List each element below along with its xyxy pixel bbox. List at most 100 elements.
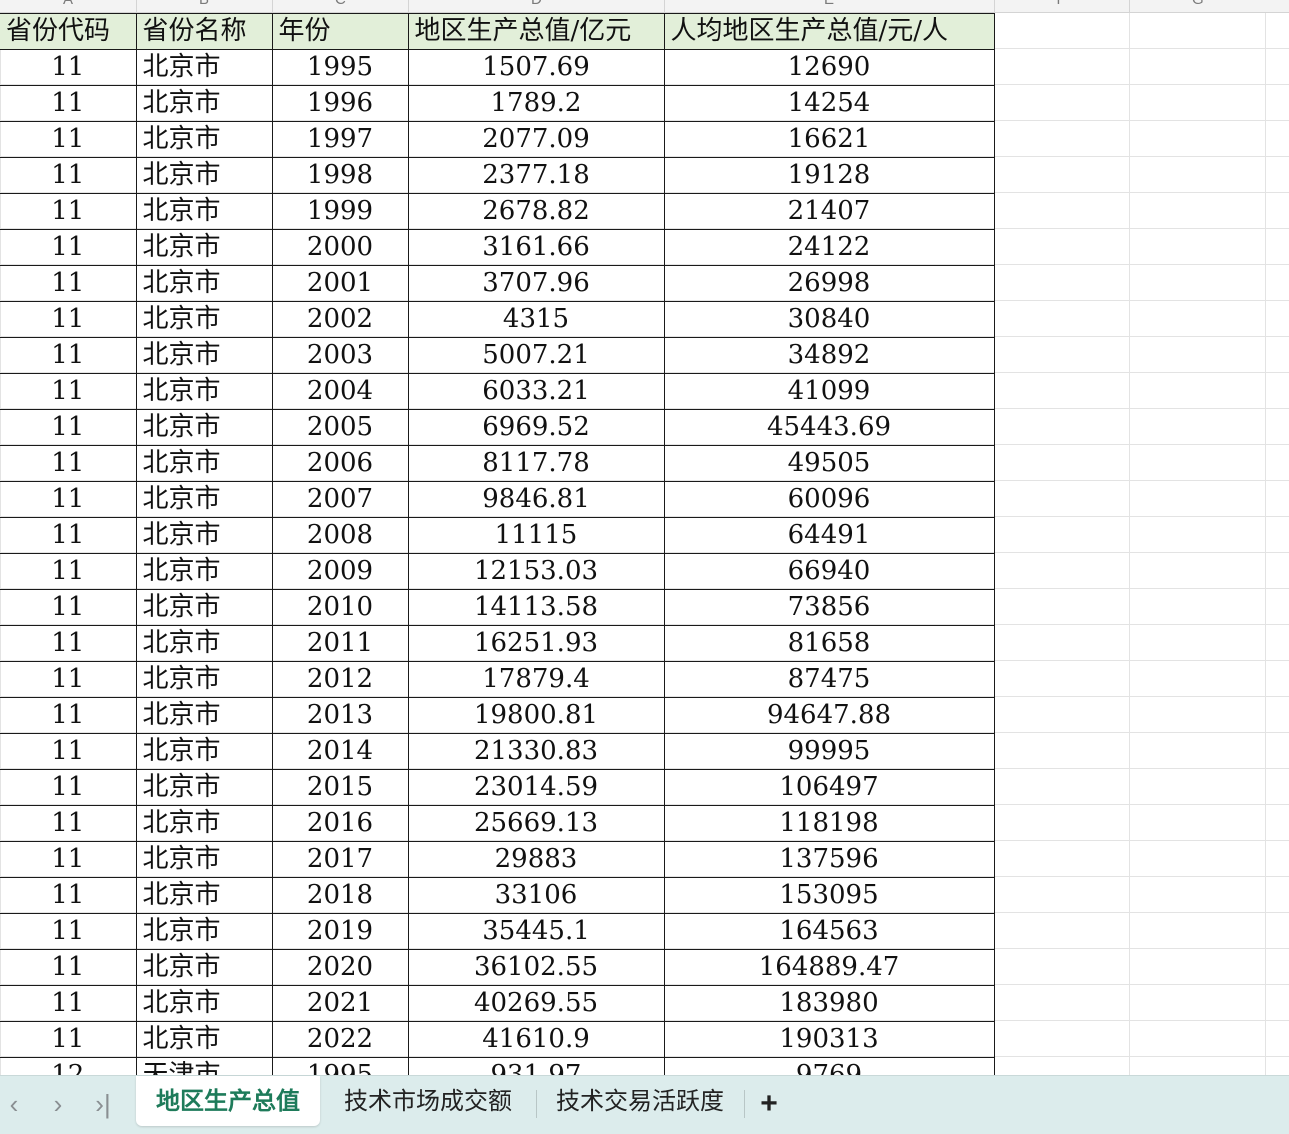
cell-gdp-per-capita[interactable]: 118198: [663, 805, 995, 842]
cell-gdp-per-capita[interactable]: 21407: [663, 193, 995, 230]
header-cell-gdp-per-capita[interactable]: 人均地区生产总值/元/人: [663, 13, 995, 50]
chevron-right-icon[interactable]: ›: [46, 1089, 70, 1119]
cell-gdp[interactable]: 2678.82: [407, 193, 665, 230]
cell-year[interactable]: 2007: [271, 481, 409, 518]
cell-gdp[interactable]: 14113.58: [407, 589, 665, 626]
cell-gdp[interactable]: 16251.93: [407, 625, 665, 662]
cell-province-name[interactable]: 北京市: [135, 877, 273, 914]
cell-gdp-per-capita[interactable]: 164563: [663, 913, 995, 950]
last-sheet-icon[interactable]: ›|: [88, 1089, 118, 1119]
cell-gdp[interactable]: 21330.83: [407, 733, 665, 770]
cell-gdp[interactable]: 6969.52: [407, 409, 665, 446]
sheet-tab-tech-market[interactable]: 技术市场成交额: [330, 1076, 526, 1126]
cell-province-code[interactable]: 12: [0, 1057, 137, 1075]
cell-year[interactable]: 1995: [271, 1057, 409, 1075]
cell-gdp-per-capita[interactable]: 99995: [663, 733, 995, 770]
cell-gdp[interactable]: 3161.66: [407, 229, 665, 266]
cell-province-code[interactable]: 11: [0, 517, 137, 554]
cell-gdp[interactable]: 19800.81: [407, 697, 665, 734]
cell-gdp[interactable]: 2377.18: [407, 157, 665, 194]
cell-province-name[interactable]: 北京市: [135, 589, 273, 626]
cell-gdp[interactable]: 25669.13: [407, 805, 665, 842]
column-letter-e[interactable]: E: [824, 0, 834, 8]
cell-gdp[interactable]: 11115: [407, 517, 665, 554]
cell-year[interactable]: 2006: [271, 445, 409, 482]
cell-province-code[interactable]: 11: [0, 373, 137, 410]
cell-province-code[interactable]: 11: [0, 661, 137, 698]
cell-province-code[interactable]: 11: [0, 949, 137, 986]
cell-year[interactable]: 1997: [271, 121, 409, 158]
cell-province-name[interactable]: 北京市: [135, 193, 273, 230]
cell-gdp[interactable]: 3707.96: [407, 265, 665, 302]
header-cell-gdp[interactable]: 地区生产总值/亿元: [407, 13, 665, 50]
cell-year[interactable]: 2012: [271, 661, 409, 698]
cell-gdp-per-capita[interactable]: 12690: [663, 49, 995, 86]
cell-gdp[interactable]: 41610.9: [407, 1021, 665, 1058]
column-letter-a[interactable]: A: [63, 0, 73, 8]
header-cell-year[interactable]: 年份: [271, 13, 409, 50]
cell-province-name[interactable]: 北京市: [135, 373, 273, 410]
cell-province-name[interactable]: 北京市: [135, 517, 273, 554]
cell-province-name[interactable]: 天津市: [135, 1057, 273, 1075]
cell-province-code[interactable]: 11: [0, 445, 137, 482]
cell-gdp-per-capita[interactable]: 164889.47: [663, 949, 995, 986]
cell-province-code[interactable]: 11: [0, 49, 137, 86]
cell-gdp[interactable]: 12153.03: [407, 553, 665, 590]
cell-year[interactable]: 2010: [271, 589, 409, 626]
cell-province-code[interactable]: 11: [0, 985, 137, 1022]
cell-province-code[interactable]: 11: [0, 121, 137, 158]
cell-province-name[interactable]: 北京市: [135, 625, 273, 662]
cell-gdp[interactable]: 40269.55: [407, 985, 665, 1022]
cell-year[interactable]: 2016: [271, 805, 409, 842]
cell-year[interactable]: 2021: [271, 985, 409, 1022]
cell-gdp[interactable]: 2077.09: [407, 121, 665, 158]
cell-gdp[interactable]: 931.97: [407, 1057, 665, 1075]
column-letter-c[interactable]: C: [335, 0, 346, 8]
cell-gdp[interactable]: 33106: [407, 877, 665, 914]
cell-gdp[interactable]: 4315: [407, 301, 665, 338]
cell-gdp[interactable]: 6033.21: [407, 373, 665, 410]
spreadsheet-grid[interactable]: 省份代码 省份名称 年份 地区生产总值/亿元 人均地区生产总值/元/人 11 北京…: [0, 13, 1289, 1075]
sheet-tab-gdp[interactable]: 地区生产总值: [136, 1076, 320, 1126]
cell-province-name[interactable]: 北京市: [135, 481, 273, 518]
cell-gdp-per-capita[interactable]: 16621: [663, 121, 995, 158]
cell-year[interactable]: 2011: [271, 625, 409, 662]
cell-province-name[interactable]: 北京市: [135, 157, 273, 194]
cell-year[interactable]: 2018: [271, 877, 409, 914]
cell-year[interactable]: 2015: [271, 769, 409, 806]
column-letter-f[interactable]: F: [1057, 0, 1066, 8]
column-separator[interactable]: [136, 0, 137, 12]
cell-year[interactable]: 2008: [271, 517, 409, 554]
cell-province-name[interactable]: 北京市: [135, 841, 273, 878]
cell-gdp-per-capita[interactable]: 73856: [663, 589, 995, 626]
cell-province-code[interactable]: 11: [0, 301, 137, 338]
cell-gdp[interactable]: 17879.4: [407, 661, 665, 698]
cell-province-name[interactable]: 北京市: [135, 733, 273, 770]
cell-year[interactable]: 2002: [271, 301, 409, 338]
cell-gdp[interactable]: 1507.69: [407, 49, 665, 86]
cell-gdp-per-capita[interactable]: 19128: [663, 157, 995, 194]
cell-gdp-per-capita[interactable]: 153095: [663, 877, 995, 914]
cell-gdp[interactable]: 8117.78: [407, 445, 665, 482]
cell-year[interactable]: 2000: [271, 229, 409, 266]
cell-province-name[interactable]: 北京市: [135, 265, 273, 302]
cell-province-code[interactable]: 11: [0, 913, 137, 950]
cell-province-code[interactable]: 11: [0, 769, 137, 806]
cell-province-code[interactable]: 11: [0, 589, 137, 626]
cell-province-name[interactable]: 北京市: [135, 301, 273, 338]
cell-gdp-per-capita[interactable]: 87475: [663, 661, 995, 698]
cell-province-name[interactable]: 北京市: [135, 661, 273, 698]
cell-gdp[interactable]: 36102.55: [407, 949, 665, 986]
cell-province-name[interactable]: 北京市: [135, 85, 273, 122]
cell-year[interactable]: 2005: [271, 409, 409, 446]
cell-province-name[interactable]: 北京市: [135, 985, 273, 1022]
cell-gdp-per-capita[interactable]: 24122: [663, 229, 995, 266]
cell-province-code[interactable]: 11: [0, 157, 137, 194]
cell-province-code[interactable]: 11: [0, 481, 137, 518]
cell-year[interactable]: 2009: [271, 553, 409, 590]
cell-province-code[interactable]: 11: [0, 877, 137, 914]
cell-province-code[interactable]: 11: [0, 805, 137, 842]
column-letter-g[interactable]: G: [1192, 0, 1204, 8]
cell-province-name[interactable]: 北京市: [135, 229, 273, 266]
cell-province-name[interactable]: 北京市: [135, 121, 273, 158]
